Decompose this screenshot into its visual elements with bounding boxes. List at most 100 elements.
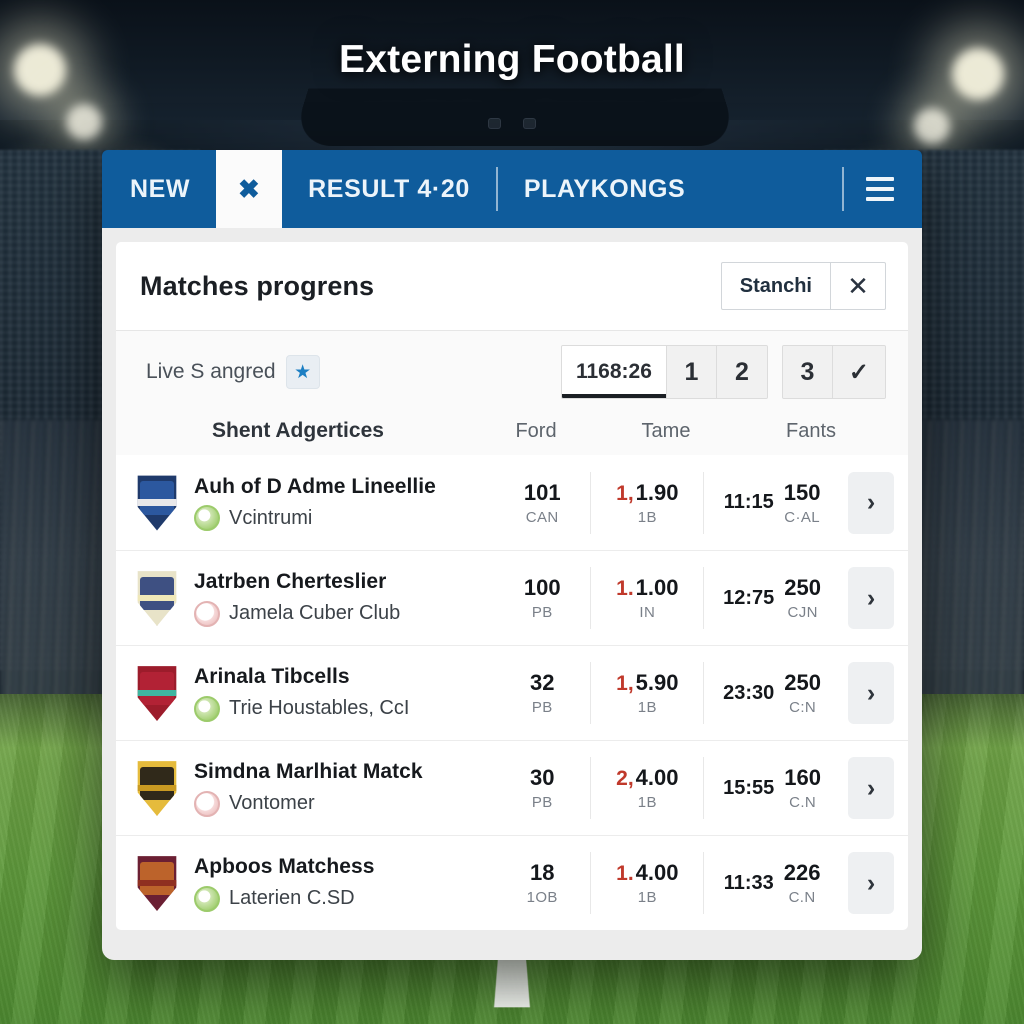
- fants-value: 250: [784, 670, 822, 695]
- ford-label: PB: [531, 604, 553, 621]
- check-icon[interactable]: ✓: [832, 346, 885, 398]
- match-names: Arinala Tibcells Trie Houstables, CcI: [194, 664, 494, 722]
- app-window: NEW ✖ RESULT 4·20 PLAYKONGS Matches prog…: [102, 150, 922, 960]
- fants-time: 11:15: [723, 491, 774, 513]
- stanchi-button[interactable]: Stanchi: [722, 263, 831, 309]
- match-names: Apboos Matchess Laterien C.SD: [194, 854, 494, 912]
- cell-fants: 23:30 250 C:N: [703, 662, 840, 724]
- team-crest-icon: [134, 855, 180, 911]
- segment-group-primary: 1168:26 1 2: [560, 345, 768, 399]
- cell-tame[interactable]: 1. 1.00 IN: [590, 567, 703, 629]
- fants-value: 250: [784, 575, 822, 600]
- column-header-main: Shent Adgertices: [212, 419, 384, 442]
- live-status-label: Live S angred: [146, 360, 276, 383]
- cell-tame[interactable]: 2, 4.00 1B: [590, 757, 703, 819]
- fants-value: 150: [783, 479, 821, 505]
- match-subtitle-row: Trie Houstables, CcI: [194, 695, 494, 722]
- hamburger-menu-icon[interactable]: [844, 150, 922, 228]
- decorative-dot: [488, 118, 501, 129]
- ford-label: 1OB: [526, 889, 558, 906]
- nav-item-playkongs[interactable]: PLAYKONGS: [498, 150, 711, 228]
- panel-title: Matches progrens: [140, 270, 375, 301]
- table-row[interactable]: Simdna Marlhiat Matck Vontomer 30 PB 2, 4.00 1…: [116, 740, 908, 835]
- ford-label: PB: [531, 794, 553, 811]
- match-title: Apboos Matchess: [194, 855, 375, 879]
- cell-tame[interactable]: 1. 4.00 1B: [590, 852, 703, 914]
- ford-value: 30: [529, 765, 555, 790]
- tame-prefix: 1,: [616, 481, 634, 505]
- segment-3[interactable]: 3: [782, 346, 833, 398]
- tame-label: 1B: [637, 508, 657, 526]
- fants-time: 15:55: [723, 776, 775, 799]
- matches-card: Matches progrens Stanchi ✕ Live S angred…: [116, 242, 908, 930]
- fants-value: 160: [784, 765, 822, 790]
- match-subtitle: Vcintrumi: [229, 506, 313, 529]
- status-dot-icon: [194, 505, 220, 532]
- fants-value: 226: [783, 860, 821, 885]
- app-screenshot: Externing Football NEW ✖ RESULT 4·20 PLA…: [0, 0, 1024, 1024]
- cell-tame[interactable]: 1, 5.90 1B: [590, 662, 703, 724]
- cell-tame[interactable]: 1, 1.90 1B: [590, 471, 703, 534]
- tame-label: 1B: [637, 889, 657, 906]
- cell-ford: 100 PB: [494, 575, 590, 621]
- card-shell: Matches progrens Stanchi ✕ Live S angred…: [102, 228, 922, 960]
- decorative-dot: [523, 118, 536, 129]
- match-subtitle: Trie Houstables, CcI: [229, 697, 410, 720]
- sub-toolbar: Live S angred ★ 1168:26 1 2 3 ✓: [116, 331, 908, 411]
- nav-item-new[interactable]: NEW: [102, 150, 216, 228]
- match-names: Auh of D Adme Lineellie Vcintrumi: [194, 474, 494, 532]
- cell-fants: 12:75 250 CJN: [703, 567, 840, 629]
- match-subtitle-row: Vontomer: [194, 790, 494, 817]
- tame-prefix: 2,: [616, 767, 634, 790]
- status-dot-icon: [194, 790, 220, 817]
- close-panel-icon[interactable]: ✕: [831, 263, 885, 309]
- column-header-ford: Ford: [515, 419, 557, 442]
- top-navbar: NEW ✖ RESULT 4·20 PLAYKONGS: [102, 150, 922, 228]
- tame-prefix: 1,: [616, 672, 634, 695]
- segment-2[interactable]: 2: [716, 346, 767, 398]
- tame-label: 1B: [637, 699, 657, 716]
- star-icon[interactable]: ★: [285, 355, 320, 389]
- chevron-right-icon[interactable]: ›: [848, 662, 894, 724]
- segment-group-secondary: 3 ✓: [781, 345, 886, 399]
- hamburger-bar: [866, 187, 894, 191]
- match-subtitle: Vontomer: [229, 792, 315, 815]
- tame-value: 4.00: [635, 765, 679, 790]
- table-row[interactable]: Jatrben Cherteslier Jamela Cuber Club 100 P…: [116, 550, 908, 645]
- close-tab-icon[interactable]: ✖: [216, 150, 283, 228]
- fants-label: C.N: [788, 889, 816, 906]
- fants-time: 23:30: [723, 681, 775, 704]
- table-row[interactable]: Arinala Tibcells Trie Houstables, CcI 32 PB…: [116, 645, 908, 740]
- team-crest-icon: [134, 665, 180, 721]
- ford-label: PB: [531, 699, 553, 716]
- chevron-right-icon[interactable]: ›: [848, 852, 894, 914]
- table-row[interactable]: Auh of D Adme Lineellie Vcintrumi 101 CAN 1,…: [116, 455, 908, 550]
- match-title: Auh of D Adme Lineellie: [194, 474, 436, 498]
- chevron-right-icon[interactable]: ›: [848, 757, 894, 819]
- segment-1[interactable]: 1: [666, 346, 717, 398]
- fants-label: C:N: [789, 699, 817, 716]
- table-header-row: Shent Adgertices Ford Tame Fants: [116, 411, 908, 455]
- tame-value: 1.00: [635, 575, 679, 600]
- column-header-fants: Fants: [785, 419, 837, 442]
- fants-label: C·AL: [784, 508, 820, 526]
- header-button-group: Stanchi ✕: [720, 262, 886, 310]
- cell-ford: 18 1OB: [494, 860, 590, 906]
- match-names: Simdna Marlhiat Matck Vontomer: [194, 759, 494, 817]
- ford-value: 18: [529, 860, 555, 885]
- team-crest-icon: [134, 570, 180, 626]
- match-subtitle: Jamela Cuber Club: [229, 602, 401, 625]
- match-subtitle-row: Laterien C.SD: [194, 885, 494, 912]
- nav-item-result[interactable]: RESULT 4·20: [282, 150, 496, 228]
- team-crest-icon: [134, 760, 180, 816]
- match-title: Jatrben Cherteslier: [194, 570, 387, 594]
- segmented-controls: 1168:26 1 2 3 ✓: [560, 345, 886, 399]
- table-row[interactable]: Apboos Matchess Laterien C.SD 18 1OB 1. 4.00 1…: [116, 835, 908, 930]
- chevron-right-icon[interactable]: ›: [848, 567, 894, 629]
- ford-value: 32: [529, 670, 555, 695]
- chevron-right-icon[interactable]: ›: [848, 471, 894, 534]
- match-names: Jatrben Cherteslier Jamela Cuber Club: [194, 569, 494, 627]
- hamburger-bar: [866, 177, 894, 181]
- segment-timer[interactable]: 1168:26: [561, 346, 667, 398]
- match-subtitle-row: Jamela Cuber Club: [194, 600, 494, 627]
